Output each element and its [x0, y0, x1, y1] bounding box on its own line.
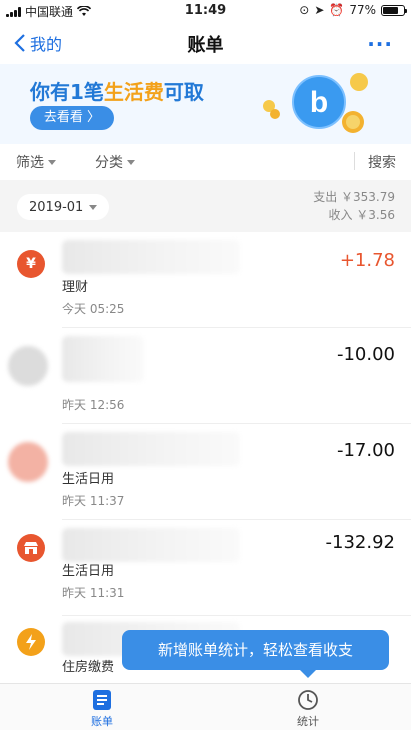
filter-dropdown[interactable]: 筛选	[16, 152, 56, 172]
merchant-name-redacted	[62, 432, 240, 466]
month-totals: 支出 ￥353.79 收入 ￥3.56	[313, 188, 395, 224]
clock-icon	[298, 690, 318, 710]
banner-view-button[interactable]: 去看看 〉	[30, 106, 114, 130]
transaction-category: 生活日用	[62, 472, 115, 487]
banner-headline: 你有1笔生活费可取	[30, 80, 204, 104]
nav-bar: 我的 账单 ···	[0, 22, 411, 64]
tab-bar: 账单 统计	[0, 683, 411, 730]
alarm-icon: ⏰	[329, 3, 345, 17]
coins-illustration: b	[263, 73, 368, 133]
transaction-amount: -132.92	[325, 532, 395, 553]
transaction-category: 住房缴费	[62, 660, 115, 675]
income-total: 收入 ￥3.56	[328, 208, 395, 222]
transaction-row[interactable]: 生活日用 昨天 11:31 -132.92	[0, 520, 411, 616]
avatar-icon	[8, 346, 48, 386]
search-button[interactable]: 搜索	[368, 152, 396, 172]
transaction-category: 理财	[62, 280, 89, 295]
transaction-time: 昨天 11:37	[62, 494, 125, 508]
divider	[354, 152, 355, 170]
battery-label: 77%	[349, 3, 376, 17]
promo-banner[interactable]: 你有1笔生活费可取 去看看 〉 b	[0, 64, 411, 144]
caret-down-icon	[127, 159, 135, 165]
transaction-row[interactable]: ¥ 理财 今天 05:25 +1.78	[0, 232, 411, 328]
feature-toast[interactable]: 新增账单统计，轻松查看收支	[122, 630, 389, 670]
transaction-amount: -17.00	[336, 440, 395, 461]
toast-pointer	[300, 670, 316, 678]
transaction-amount: -10.00	[336, 344, 395, 365]
month-summary-bar: 2019-01 支出 ￥353.79 收入 ￥3.56	[0, 180, 411, 232]
caret-down-icon	[89, 204, 98, 210]
wealth-icon: ¥	[17, 250, 45, 278]
transaction-time: 今天 05:25	[62, 302, 125, 316]
transaction-row[interactable]: 生活日用 昨天 11:37 -17.00	[0, 424, 411, 520]
month-selector[interactable]: 2019-01	[17, 194, 110, 220]
bill-icon	[93, 690, 111, 710]
category-dropdown[interactable]: 分类	[95, 152, 135, 172]
status-bar: 中国联通 11:49 ⊙ ➤ ⏰ 77%	[0, 0, 411, 22]
transaction-amount: +1.78	[339, 250, 395, 271]
shop-icon	[8, 442, 48, 482]
transaction-category: 生活日用	[62, 564, 115, 579]
caret-down-icon	[48, 159, 56, 165]
store-icon	[17, 534, 45, 562]
battery-icon	[381, 4, 407, 16]
bolt-icon	[17, 628, 45, 656]
status-right: ⊙ ➤ ⏰ 77%	[299, 3, 407, 17]
tab-bills[interactable]: 账单	[72, 689, 132, 729]
tab-stats[interactable]: 统计	[278, 689, 338, 729]
expense-total: 支出 ￥353.79	[313, 190, 395, 204]
transaction-time: 昨天 12:56	[62, 398, 125, 412]
merchant-name-redacted	[62, 336, 144, 382]
more-button[interactable]: ···	[367, 32, 393, 56]
location-icon: ➤	[314, 3, 325, 17]
transaction-row[interactable]: 昨天 12:56 -10.00	[0, 328, 411, 424]
merchant-name-redacted	[62, 528, 240, 562]
svg-text:b: b	[310, 86, 328, 119]
rotation-lock-icon: ⊙	[299, 3, 310, 17]
merchant-name-redacted	[62, 240, 240, 274]
filter-row: 筛选 分类 搜索	[0, 144, 411, 180]
transaction-time: 昨天 11:31	[62, 586, 125, 600]
page-title: 账单	[187, 35, 224, 56]
